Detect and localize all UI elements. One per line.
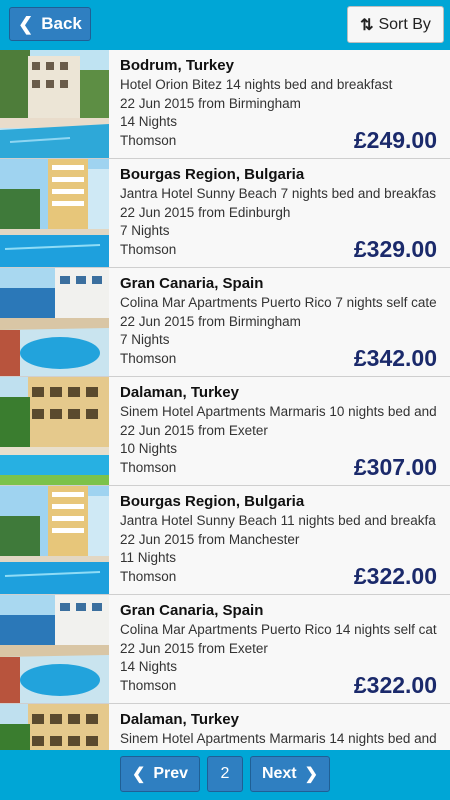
hotel-photo (0, 595, 109, 703)
departure-info: 22 Jun 2015 from Exeter (120, 640, 268, 656)
hotel-description: Jantra Hotel Sunny Beach 7 nights bed an… (120, 186, 436, 201)
results-list: Bodrum, Turkey Hotel Orion Bitez 14 nigh… (0, 50, 450, 750)
hotel-description: Colina Mar Apartments Puerto Rico 14 nig… (120, 622, 437, 637)
price: £249.00 (353, 127, 437, 153)
chevron-left-icon: ❮ (131, 766, 146, 783)
hotel-description: Sinem Hotel Apartments Marmaris 14 night… (120, 731, 437, 746)
departure-info: 22 Jun 2015 from Edinburgh (120, 204, 291, 220)
destination: Bourgas Region, Bulgaria (120, 166, 305, 183)
hotel-photo (0, 486, 109, 594)
hotel-description: Jantra Hotel Sunny Beach 11 nights bed a… (120, 513, 436, 528)
hotel-photo (0, 50, 109, 158)
price: £307.00 (353, 454, 437, 480)
departure-info: 22 Jun 2015 from Birmingham (120, 95, 301, 111)
pagination-bar: ❮ Prev 2 Next ❯ (0, 750, 450, 800)
destination: Bourgas Region, Bulgaria (120, 493, 305, 510)
departure-info: 22 Jun 2015 from Manchester (120, 531, 300, 547)
prev-label: Prev (153, 765, 189, 782)
next-button[interactable]: Next ❯ (250, 756, 330, 792)
hotel-description: Colina Mar Apartments Puerto Rico 7 nigh… (120, 295, 437, 310)
destination: Bodrum, Turkey (120, 57, 234, 74)
hotel-description: Hotel Orion Bitez 14 nights bed and brea… (120, 77, 393, 92)
list-item[interactable]: Bourgas Region, Bulgaria Jantra Hotel Su… (0, 486, 450, 595)
back-label: Back (41, 14, 82, 33)
destination: Gran Canaria, Spain (120, 275, 264, 292)
chevron-right-icon: ❯ (304, 766, 319, 783)
hotel-photo (0, 159, 109, 267)
price: £342.00 (353, 345, 437, 371)
back-button[interactable]: ❮ Back (9, 7, 91, 41)
sort-arrows-icon: ⇅ (360, 16, 374, 34)
price: £329.00 (353, 236, 437, 262)
sort-by-button[interactable]: ⇅ Sort By (347, 6, 444, 43)
top-bar: ❮ Back ⇅ Sort By (0, 0, 450, 50)
list-item[interactable]: Gran Canaria, Spain Colina Mar Apartment… (0, 595, 450, 704)
list-item[interactable]: Dalaman, Turkey Sinem Hotel Apartments M… (0, 704, 450, 750)
price: £322.00 (353, 563, 437, 589)
destination: Gran Canaria, Spain (120, 602, 264, 619)
prev-button[interactable]: ❮ Prev (120, 756, 200, 792)
list-item[interactable]: Bourgas Region, Bulgaria Jantra Hotel Su… (0, 159, 450, 268)
destination: Dalaman, Turkey (120, 384, 239, 401)
list-item[interactable]: Bodrum, Turkey Hotel Orion Bitez 14 nigh… (0, 50, 450, 159)
departure-info: 22 Jun 2015 from Birmingham (120, 313, 301, 329)
list-item[interactable]: Gran Canaria, Spain Colina Mar Apartment… (0, 268, 450, 377)
list-item[interactable]: Dalaman, Turkey Sinem Hotel Apartments M… (0, 377, 450, 486)
sort-label: Sort By (378, 15, 431, 33)
price: £322.00 (353, 672, 437, 698)
destination: Dalaman, Turkey (120, 711, 239, 728)
departure-info: 22 Jun 2015 from Exeter (120, 422, 268, 438)
hotel-description: Sinem Hotel Apartments Marmaris 10 night… (120, 404, 437, 419)
hotel-photo (0, 377, 109, 485)
current-page-button[interactable]: 2 (207, 756, 243, 792)
hotel-photo (0, 704, 109, 750)
next-label: Next (261, 765, 297, 782)
hotel-photo (0, 268, 109, 376)
chevron-left-icon: ❮ (18, 13, 34, 34)
